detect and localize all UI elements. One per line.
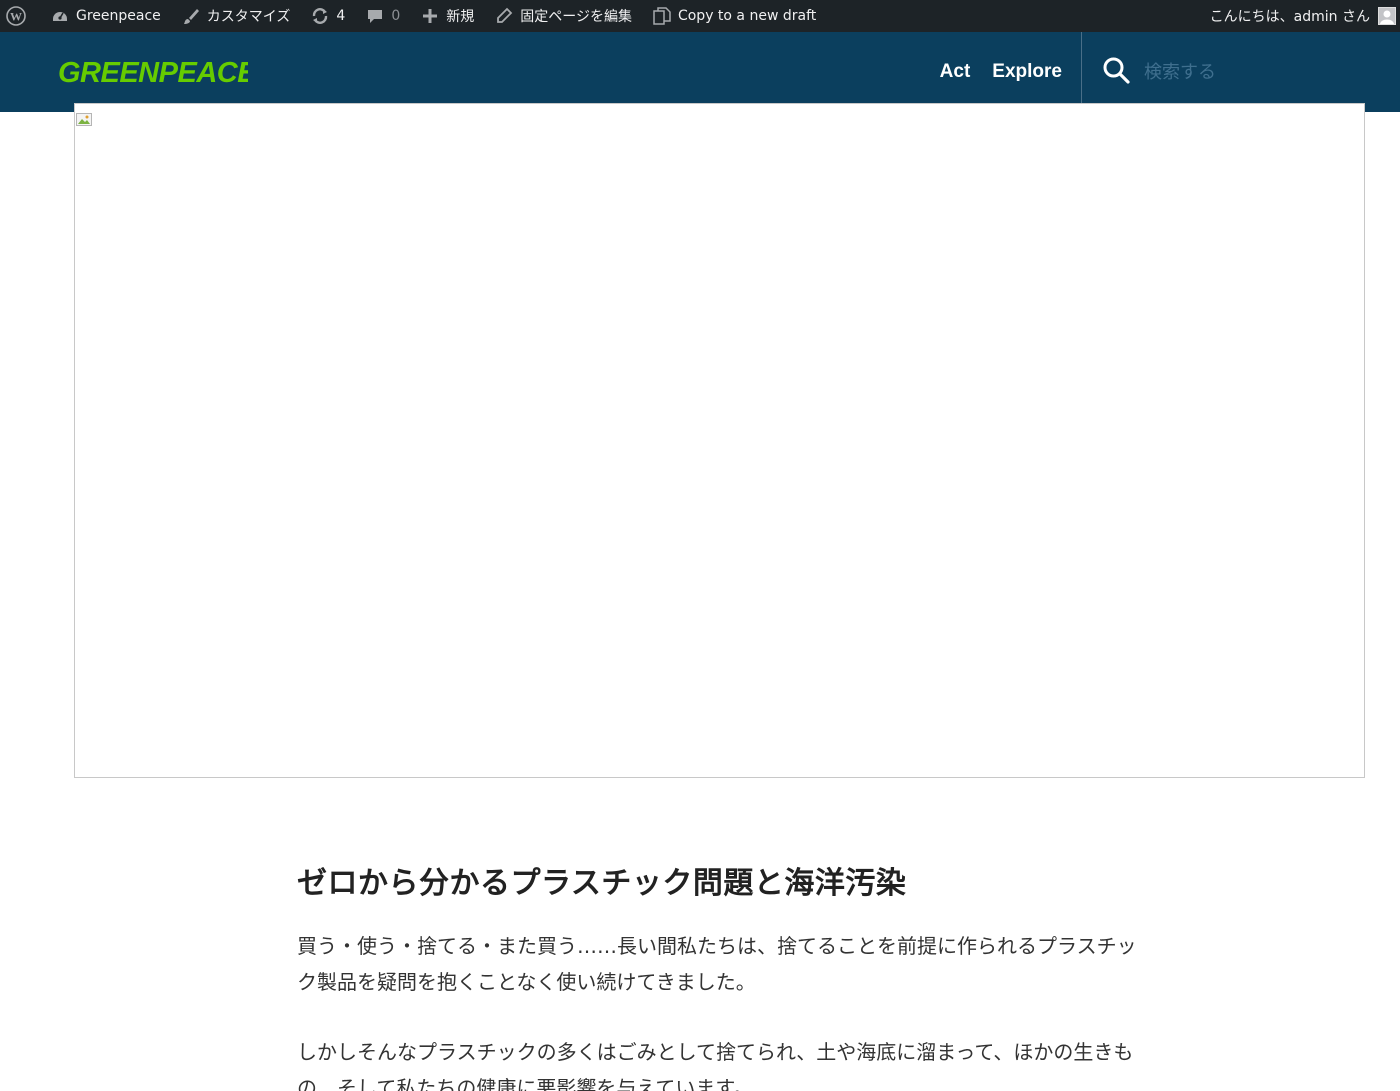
nav-explore[interactable]: Explore [992, 61, 1062, 83]
updates-icon [310, 6, 330, 26]
copy-to-draft-link[interactable]: Copy to a new draft [642, 0, 826, 32]
broken-image-icon [76, 112, 96, 126]
site-header: GREENPEACE Act Explore [0, 32, 1400, 112]
svg-text:W: W [10, 10, 22, 24]
brush-icon [181, 6, 201, 26]
search-bar [1081, 32, 1400, 112]
greeting-text: こんにちは、admin さん [1209, 9, 1370, 25]
wordpress-icon: W [6, 6, 26, 26]
wordpress-menu[interactable]: W [0, 0, 40, 32]
search-input[interactable] [1144, 61, 1364, 83]
site-name-menu[interactable]: Greenpeace [40, 0, 171, 32]
avatar-icon [1378, 7, 1396, 25]
nav-act[interactable]: Act [940, 61, 971, 83]
pencil-icon [494, 6, 514, 26]
my-account-menu[interactable]: こんにちは、admin さん [1200, 0, 1400, 32]
copy-icon [652, 6, 672, 26]
article-title: ゼロから分かるプラスチック問題と海洋汚染 [297, 866, 907, 901]
customize-label: カスタマイズ [206, 9, 291, 25]
hero-image [74, 103, 1365, 778]
plus-icon [420, 6, 440, 26]
new-label: 新規 [446, 9, 475, 25]
article-content: ゼロから分かるプラスチック問題と海洋汚染 買う・使う・捨てる・また買う……長い間… [297, 858, 1137, 1091]
site-name-label: Greenpeace [76, 8, 161, 24]
dashboard-icon [50, 6, 70, 26]
logo-text: GREENPEACE [58, 57, 248, 88]
copy-to-draft-label: Copy to a new draft [677, 8, 817, 24]
edit-page-label: 固定ページを編集 [520, 9, 632, 25]
greenpeace-logo[interactable]: GREENPEACE [58, 54, 259, 92]
new-content-menu[interactable]: 新規 [410, 0, 484, 32]
article-paragraph: 買う・使う・捨てる・また買う……長い間私たちは、捨てることを前提に作られるプラス… [297, 934, 1137, 994]
updates-link[interactable]: 4 [300, 0, 355, 32]
main-nav: Act Explore [940, 32, 1062, 112]
article-paragraph: しかしそんなプラスチックの多くはごみとして捨てられ、土や海底に溜まって、ほかの生… [297, 1040, 1134, 1091]
customize-link[interactable]: カスタマイズ [171, 0, 301, 32]
edit-page-link[interactable]: 固定ページを編集 [484, 0, 642, 32]
comments-count: 0 [391, 8, 401, 24]
comments-link[interactable]: 0 [355, 0, 410, 32]
comment-icon [365, 6, 385, 26]
search-icon[interactable] [1102, 56, 1130, 88]
updates-count: 4 [336, 8, 346, 24]
admin-bar: W Greenpeace カスタマイズ 4 0 新規 固定ページを編集 Copy… [0, 0, 1400, 32]
